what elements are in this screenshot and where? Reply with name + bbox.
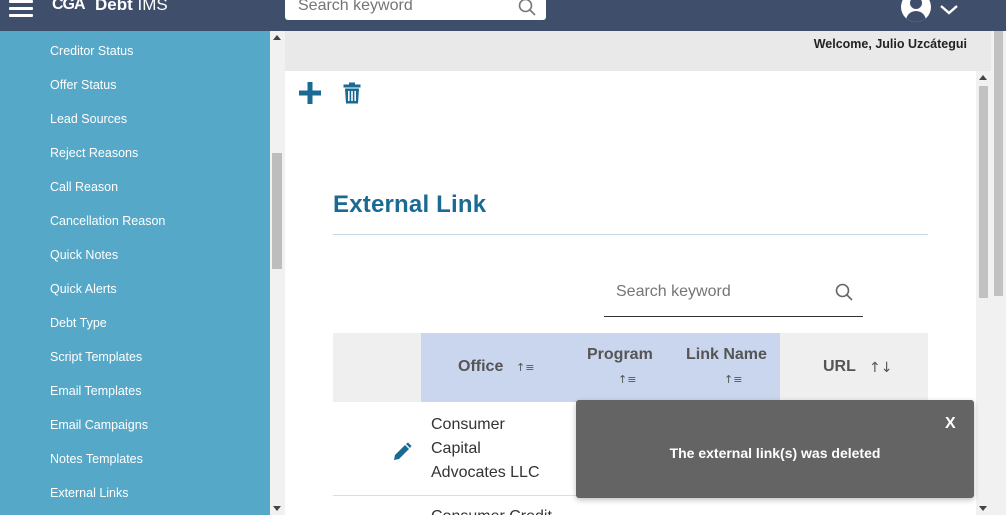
office-line: Consumer	[431, 416, 505, 433]
page-scrollbar-thumb[interactable]	[994, 31, 1003, 296]
top-bar: CGA Debt IMS	[0, 0, 1006, 31]
scroll-down-icon[interactable]	[273, 506, 281, 511]
scroll-down-icon[interactable]	[979, 506, 987, 511]
table-search-input[interactable]	[616, 281, 826, 303]
app-title-rest: IMS	[137, 0, 168, 14]
global-search-input[interactable]	[298, 0, 508, 16]
delete-button[interactable]	[343, 82, 361, 104]
user-avatar-icon[interactable]	[901, 0, 931, 22]
table-row-office: Consumer Credit	[431, 505, 552, 515]
page-title: External Link	[333, 191, 487, 218]
sidebar-item-quick-alerts[interactable]: Quick Alerts	[50, 282, 117, 296]
plus-icon	[299, 82, 321, 104]
office-line: Advocates LLC	[431, 464, 540, 481]
sidebar-item-email-templates[interactable]: Email Templates	[50, 384, 141, 398]
column-header-office[interactable]: Office	[458, 358, 503, 376]
sort-asc-icon[interactable]: ↑≡	[516, 361, 534, 374]
page-scrollbar[interactable]	[991, 31, 1006, 515]
global-search	[285, 0, 546, 20]
sidebar-item-external-links[interactable]: External Links	[50, 486, 129, 500]
column-header-link-name[interactable]: Link Name	[686, 346, 767, 364]
hamburger-menu-icon[interactable]	[9, 0, 33, 18]
search-icon[interactable]	[835, 283, 853, 305]
sort-asc-icon[interactable]: ↑≡	[618, 373, 636, 386]
office-line: Capital	[431, 440, 481, 457]
sidebar-scrollbar[interactable]	[270, 31, 285, 515]
sidebar-item-quick-notes[interactable]: Quick Notes	[50, 248, 118, 262]
sidebar-item-call-reason[interactable]: Call Reason	[50, 180, 118, 194]
toast-close-button[interactable]: X	[945, 415, 956, 433]
sidebar-item-reject-reasons[interactable]: Reject Reasons	[50, 146, 138, 160]
table-search	[604, 275, 863, 317]
toast-message: The external link(s) was deleted	[669, 445, 881, 461]
app-title: Debt IMS	[95, 0, 168, 15]
office-line: Consumer Credit	[431, 505, 552, 515]
add-button[interactable]	[298, 81, 322, 105]
column-header-url[interactable]: URL	[823, 358, 856, 376]
search-icon[interactable]	[518, 0, 536, 20]
sort-both-icon[interactable]: ↑↓	[869, 360, 892, 376]
column-header-program[interactable]: Program	[587, 346, 653, 364]
trash-icon	[343, 82, 361, 104]
sidebar-item-debt-type[interactable]: Debt Type	[50, 316, 107, 330]
panel-scrollbar[interactable]	[976, 71, 991, 515]
toast-notification: X The external link(s) was deleted	[576, 400, 974, 498]
sidebar-item-cancellation-reason[interactable]: Cancellation Reason	[50, 214, 165, 228]
welcome-bar: Welcome, Julio Uzcátegui	[285, 31, 991, 71]
sidebar: Creditor Status Offer Status Lead Source…	[0, 31, 270, 515]
panel-scrollbar-thumb[interactable]	[979, 86, 988, 298]
edit-button[interactable]	[392, 442, 412, 462]
sidebar-item-script-templates[interactable]: Script Templates	[50, 350, 142, 364]
brand-logo: CGA	[52, 0, 86, 13]
chevron-down-icon[interactable]	[939, 2, 959, 21]
sidebar-item-creditor-status[interactable]: Creditor Status	[50, 44, 133, 58]
welcome-text: Welcome, Julio Uzcátegui	[813, 37, 967, 51]
sidebar-scrollbar-thumb[interactable]	[272, 153, 282, 269]
scroll-up-icon[interactable]	[273, 35, 281, 40]
scroll-up-icon[interactable]	[979, 75, 987, 80]
table-row-office: Consumer Capital Advocates LLC	[431, 413, 540, 485]
sidebar-item-notes-templates[interactable]: Notes Templates	[50, 452, 143, 466]
sidebar-item-offer-status[interactable]: Offer Status	[50, 78, 116, 92]
sort-asc-icon[interactable]: ↑≡	[724, 373, 742, 386]
sidebar-item-lead-sources[interactable]: Lead Sources	[50, 112, 127, 126]
sidebar-item-email-campaigns[interactable]: Email Campaigns	[50, 418, 148, 432]
app-title-bold: Debt	[95, 0, 133, 14]
title-divider	[333, 234, 928, 235]
pencil-icon	[394, 442, 412, 460]
